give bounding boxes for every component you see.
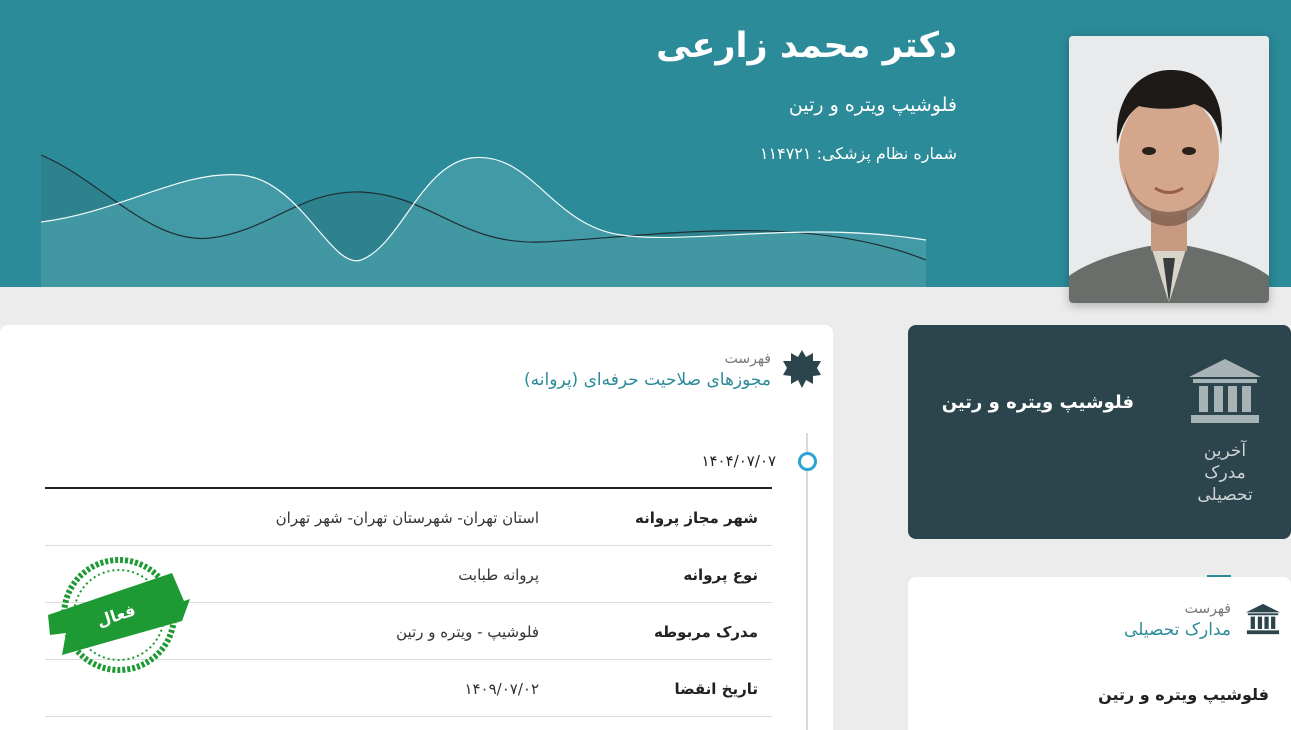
licenses-kicker: فهرست xyxy=(724,351,771,367)
medical-license-number: شماره نظام پزشکی: ۱۱۴۷۲۱ xyxy=(760,144,957,163)
table-row: شهر مجاز پروانه استان تهران- شهرستان تهر… xyxy=(45,489,772,546)
badge-icon xyxy=(783,350,821,388)
card-accent-line xyxy=(1207,575,1231,577)
latest-degree-label-line: تحصیلی xyxy=(1197,485,1253,505)
degrees-kicker: فهرست xyxy=(1184,601,1231,617)
latest-degree-title: فلوشیپ ویتره و رتین xyxy=(941,392,1134,413)
doctor-specialty: فلوشیپ ویتره و رتین xyxy=(788,94,957,116)
latest-degree-label-line: مدرک xyxy=(1204,463,1246,483)
degree-list-item[interactable]: فلوشیپ ویتره و رتین xyxy=(1098,685,1269,704)
row-value: پروانه طبابت xyxy=(458,566,539,584)
row-key: مدرک مربوطه xyxy=(653,623,758,641)
license-label: شماره نظام پزشکی: xyxy=(816,144,957,163)
row-value: فلوشیپ - ویتره و رتین xyxy=(396,623,539,641)
license-number: ۱۱۴۷۲۱ xyxy=(759,144,812,163)
decorative-waves xyxy=(41,154,926,287)
row-key: تاریخ انقضا xyxy=(674,680,758,698)
licenses-title: مجوزهای صلاحیت حرفه‌ای (پروانه) xyxy=(524,370,771,390)
doctor-name: دکتر محمد زارعی xyxy=(656,26,957,66)
institution-icon xyxy=(1189,359,1261,423)
row-key: نوع پروانه xyxy=(683,566,758,584)
row-value: ۱۴۰۹/۰۷/۰۲ xyxy=(464,680,539,698)
active-status-stamp: فعال xyxy=(48,557,190,673)
degrees-card xyxy=(908,577,1291,730)
timeline-line xyxy=(806,433,808,730)
latest-degree-label-line: آخرین xyxy=(1203,441,1247,461)
license-issue-date: ۱۴۰۴/۰۷/۰۷ xyxy=(701,452,776,470)
timeline-dot xyxy=(798,452,817,471)
degrees-title: مدارک تحصیلی xyxy=(1124,620,1231,640)
doctor-photo xyxy=(1069,36,1269,303)
institution-icon xyxy=(1245,603,1281,635)
row-value: استان تهران- شهرستان تهران- شهر تهران xyxy=(275,509,539,527)
row-key: شهر مجاز پروانه xyxy=(635,509,758,527)
card-accent-line xyxy=(745,0,769,2)
latest-degree-label: آخرین مدرک تحصیلی xyxy=(1180,440,1270,506)
